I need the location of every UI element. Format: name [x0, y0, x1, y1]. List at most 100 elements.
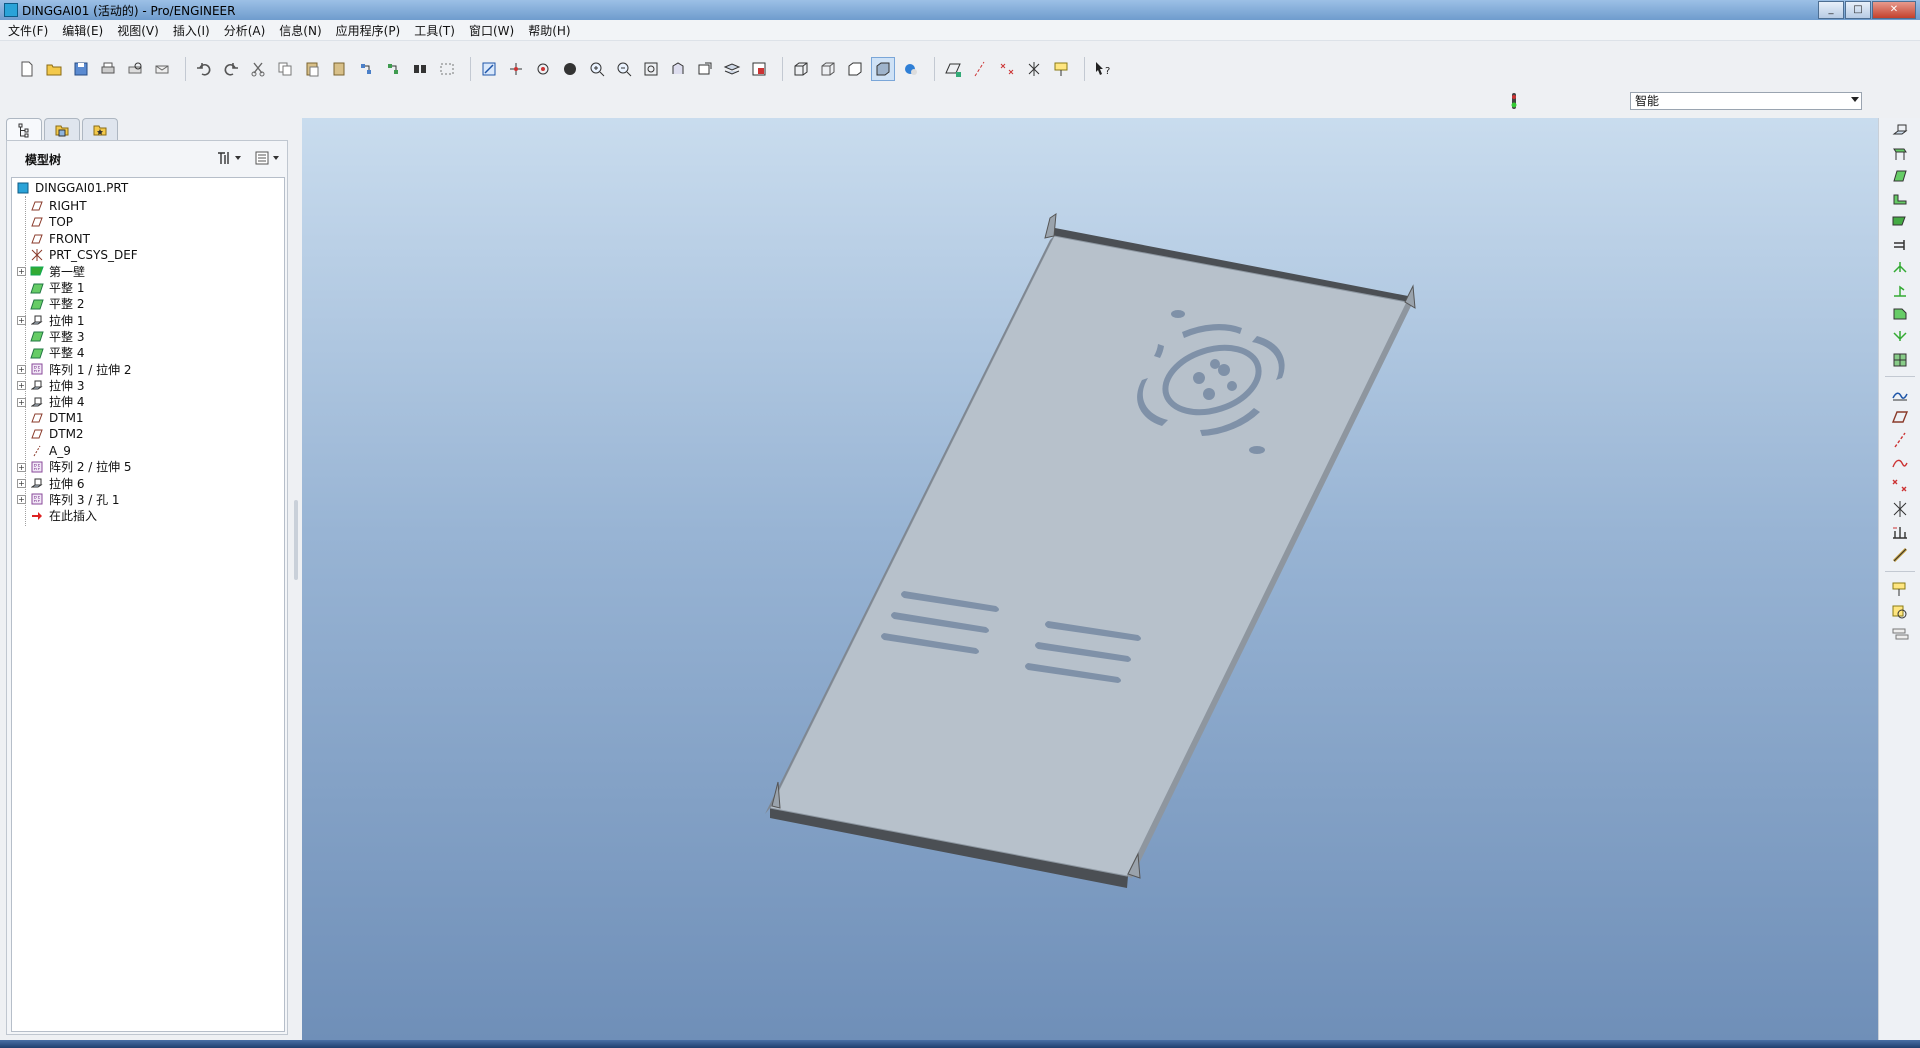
tree-item[interactable]: 拉伸 1: [30, 311, 84, 329]
graphics-window[interactable]: [302, 118, 1878, 1040]
form-icon[interactable]: [1879, 348, 1920, 372]
datum-planes-icon[interactable]: [942, 58, 964, 80]
regenerate-manager-icon[interactable]: [382, 58, 404, 80]
tree-item[interactable]: 阵列 1 / 拉伸 2: [30, 360, 132, 378]
favorites-tab[interactable]: [82, 118, 118, 141]
chain-icon[interactable]: [1879, 543, 1920, 567]
tree-show-button[interactable]: [253, 149, 283, 167]
paste-icon[interactable]: [301, 58, 323, 80]
tree-item[interactable]: 拉伸 4: [30, 393, 84, 411]
expand-toggle[interactable]: +: [17, 316, 26, 326]
select-box-icon[interactable]: [436, 58, 458, 80]
hidden-line-icon[interactable]: [817, 58, 839, 80]
enhanced-realism-icon[interactable]: [900, 58, 922, 80]
close-button[interactable]: ✕: [1872, 1, 1916, 19]
unbend-icon[interactable]: [1879, 302, 1920, 326]
sketch-tool-icon[interactable]: [1879, 382, 1920, 406]
splitter-handle[interactable]: [294, 500, 298, 580]
tree-item[interactable]: 拉伸 3: [30, 376, 84, 394]
coordinate-systems-icon[interactable]: [1023, 58, 1045, 80]
saved-views-icon[interactable]: [694, 58, 716, 80]
maximize-button[interactable]: □: [1845, 1, 1871, 19]
rip-icon[interactable]: [1879, 256, 1920, 280]
tree-item[interactable]: 平整 2: [30, 295, 84, 313]
menu-tools[interactable]: 工具(T): [414, 22, 455, 39]
layers-icon[interactable]: [721, 58, 743, 80]
orient-mode-icon[interactable]: [532, 58, 554, 80]
bend-icon[interactable]: [1879, 279, 1920, 303]
tree-item[interactable]: 阵列 2 / 拉伸 5: [30, 458, 132, 476]
tree-item[interactable]: 在此插入: [30, 507, 97, 525]
mirror-icon[interactable]: [1879, 600, 1920, 624]
tree-item[interactable]: RIGHT: [30, 197, 87, 215]
wireframe-icon[interactable]: [790, 58, 812, 80]
menu-info[interactable]: 信息(N): [279, 22, 321, 39]
tree-item[interactable]: A_9: [30, 442, 71, 460]
reorient-icon[interactable]: [667, 58, 689, 80]
expand-toggle[interactable]: +: [17, 479, 26, 489]
tree-item[interactable]: FRONT: [30, 230, 90, 248]
find-icon[interactable]: [409, 58, 431, 80]
whats-this-icon[interactable]: ?: [1092, 58, 1114, 80]
zoom-in-icon[interactable]: [586, 58, 608, 80]
shading-icon[interactable]: [871, 57, 895, 81]
spin-center-icon[interactable]: [505, 58, 527, 80]
menu-view[interactable]: 视图(V): [117, 22, 159, 39]
panel-splitter[interactable]: [294, 480, 300, 600]
flange-tool-icon[interactable]: [1879, 187, 1920, 211]
minimize-button[interactable]: _: [1818, 1, 1844, 19]
tree-item[interactable]: 第一壁: [30, 262, 85, 280]
undo-icon[interactable]: [193, 58, 215, 80]
expand-toggle[interactable]: +: [17, 495, 26, 505]
bend-back-icon[interactable]: [1879, 325, 1920, 349]
tree-item[interactable]: 拉伸 6: [30, 474, 84, 492]
cut-icon[interactable]: [247, 58, 269, 80]
flat-tool-icon[interactable]: [1879, 164, 1920, 188]
folder-browser-tab[interactable]: [44, 118, 80, 141]
menu-analysis[interactable]: 分析(A): [224, 22, 266, 39]
print-preview-icon[interactable]: [124, 58, 146, 80]
paste-special-icon[interactable]: [328, 58, 350, 80]
analysis-tool-icon[interactable]: [1879, 520, 1920, 544]
extend-icon[interactable]: [1879, 233, 1920, 257]
annotation-feature-icon[interactable]: [1879, 577, 1920, 601]
tree-item[interactable]: 平整 4: [30, 344, 84, 362]
revolve-tool-icon[interactable]: [1879, 141, 1920, 165]
unattached-wall-icon[interactable]: [1879, 210, 1920, 234]
tree-item[interactable]: 阵列 3 / 孔 1: [30, 490, 120, 508]
view-manager-icon[interactable]: [748, 58, 770, 80]
tree-item[interactable]: TOP: [30, 213, 73, 231]
sheet-metal-part-model[interactable]: [302, 118, 1878, 1040]
tree-item[interactable]: DTM1: [30, 409, 84, 427]
menu-applications[interactable]: 应用程序(P): [336, 22, 401, 39]
datum-axis-tool-icon[interactable]: [1879, 428, 1920, 452]
datum-curve-tool-icon[interactable]: [1879, 451, 1920, 475]
tree-item[interactable]: PRT_CSYS_DEF: [30, 246, 138, 264]
open-file-icon[interactable]: [43, 58, 65, 80]
pattern-tool-icon[interactable]: [1879, 623, 1920, 647]
expand-toggle[interactable]: +: [17, 397, 26, 407]
new-file-icon[interactable]: [16, 58, 38, 80]
no-hidden-icon[interactable]: [844, 58, 866, 80]
model-tree-tab[interactable]: [6, 118, 42, 141]
tree-item[interactable]: 平整 3: [30, 327, 84, 345]
menu-edit[interactable]: 编辑(E): [62, 22, 103, 39]
email-icon[interactable]: [151, 58, 173, 80]
expand-toggle[interactable]: +: [17, 381, 26, 391]
repaint-icon[interactable]: [478, 58, 500, 80]
zoom-out-icon[interactable]: [613, 58, 635, 80]
tree-item[interactable]: 平整 1: [30, 279, 84, 297]
expand-toggle[interactable]: +: [17, 267, 26, 277]
expand-toggle[interactable]: +: [17, 462, 26, 472]
datum-points-icon[interactable]: [996, 58, 1018, 80]
refit-icon[interactable]: [640, 58, 662, 80]
datum-point-tool-icon[interactable]: [1879, 474, 1920, 498]
menu-file[interactable]: 文件(F): [8, 22, 48, 39]
expand-toggle[interactable]: +: [17, 365, 26, 374]
datum-plane-tool-icon[interactable]: [1879, 405, 1920, 429]
annotations-icon[interactable]: [1050, 58, 1072, 80]
csys-tool-icon[interactable]: [1879, 497, 1920, 521]
menu-window[interactable]: 窗口(W): [469, 22, 514, 39]
tree-settings-button[interactable]: [215, 149, 243, 167]
extrude-tool-icon[interactable]: [1879, 118, 1920, 142]
